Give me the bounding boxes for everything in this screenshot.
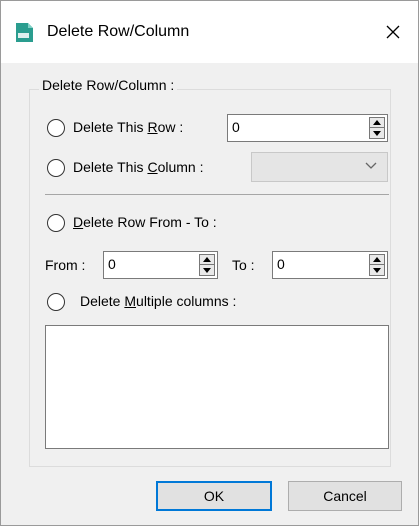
close-icon bbox=[386, 25, 400, 39]
to-spinner[interactable]: 0 bbox=[272, 251, 388, 279]
title-bar: Delete Row/Column bbox=[1, 1, 418, 63]
to-value: 0 bbox=[277, 256, 285, 272]
group-label: Delete Row/Column : bbox=[39, 77, 178, 93]
spin-up-icon[interactable] bbox=[200, 255, 214, 265]
row-spinner-buttons[interactable] bbox=[369, 117, 385, 139]
delete-column-label-pre: Delete This bbox=[73, 159, 148, 175]
spin-down-icon[interactable] bbox=[200, 265, 214, 275]
delete-multiple-label-post: ultiple columns : bbox=[136, 293, 237, 309]
separator bbox=[45, 194, 389, 195]
csv-file-icon bbox=[16, 23, 33, 42]
delete-multiple-label: Delete Multiple columns : bbox=[80, 293, 236, 309]
chevron-down-icon bbox=[365, 162, 377, 169]
close-button[interactable] bbox=[373, 15, 413, 49]
delete-column-radio[interactable] bbox=[47, 159, 65, 177]
delete-row-label-post: ow : bbox=[157, 119, 184, 135]
delete-row-label-mnemonic: R bbox=[147, 119, 158, 135]
ok-button[interactable]: OK bbox=[156, 481, 272, 511]
to-label: To : bbox=[232, 257, 255, 273]
dialog-window: Delete Row/Column Delete Row/Column : De… bbox=[0, 0, 419, 526]
spin-up-icon[interactable] bbox=[370, 118, 384, 128]
delete-column-label-post: olumn : bbox=[157, 159, 204, 175]
delete-row-label: Delete This Row : bbox=[73, 119, 183, 135]
cancel-button[interactable]: Cancel bbox=[288, 481, 402, 511]
delete-range-label-post: elete Row From - To : bbox=[83, 214, 217, 230]
delete-row-radio[interactable] bbox=[47, 119, 65, 137]
columns-listbox[interactable] bbox=[45, 325, 389, 449]
delete-range-label: Delete Row From - To : bbox=[73, 214, 217, 230]
delete-multiple-radio[interactable] bbox=[47, 293, 65, 311]
spin-up-icon[interactable] bbox=[370, 255, 384, 265]
window-title: Delete Row/Column bbox=[47, 23, 190, 40]
to-spinner-buttons[interactable] bbox=[369, 254, 385, 276]
spin-down-icon[interactable] bbox=[370, 128, 384, 138]
delete-range-radio[interactable] bbox=[47, 214, 65, 232]
from-label: From : bbox=[45, 257, 86, 273]
spin-down-icon[interactable] bbox=[370, 265, 384, 275]
delete-column-label: Delete This Column : bbox=[73, 159, 204, 175]
delete-column-label-mnemonic: C bbox=[147, 159, 158, 175]
row-number-value: 0 bbox=[232, 119, 240, 135]
delete-row-label-pre: Delete This bbox=[73, 119, 148, 135]
row-number-spinner[interactable]: 0 bbox=[227, 114, 388, 142]
from-spinner-buttons[interactable] bbox=[199, 254, 215, 276]
from-spinner[interactable]: 0 bbox=[103, 251, 218, 279]
delete-multiple-label-pre: Delete bbox=[80, 293, 125, 309]
column-select[interactable] bbox=[251, 152, 388, 182]
delete-multiple-label-mnemonic: M bbox=[124, 293, 137, 309]
from-value: 0 bbox=[108, 256, 116, 272]
delete-range-label-mnemonic: D bbox=[73, 214, 84, 230]
